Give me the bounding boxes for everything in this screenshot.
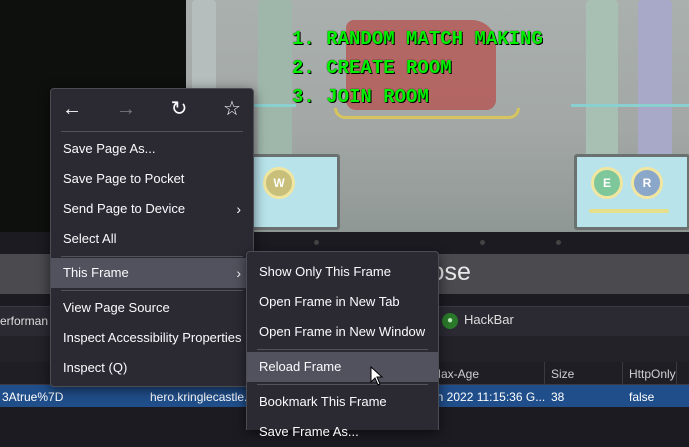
pillar <box>258 0 292 160</box>
carousel-dot <box>556 240 561 245</box>
menu-separator <box>61 131 243 132</box>
game-menu-option-random[interactable]: 1. RANDOM MATCH MAKING <box>292 28 543 50</box>
cookie-httponly-cell: false <box>629 390 655 404</box>
column-divider[interactable] <box>622 362 623 384</box>
menu-item-inspect[interactable]: Inspect (Q) <box>51 353 253 383</box>
menu-item-select-all[interactable]: Select All <box>51 224 253 254</box>
pillar <box>638 0 672 160</box>
menu-separator <box>257 349 428 350</box>
chevron-right-icon: › <box>236 201 241 217</box>
game-menu-option-join[interactable]: 3. JOIN ROOM <box>292 86 429 108</box>
reload-icon[interactable]: ↻ <box>164 95 194 123</box>
menu-item-send-to-device-label: Send Page to Device <box>63 201 186 216</box>
mouse-pointer-icon <box>370 366 384 386</box>
menu-item-send-to-device[interactable]: Send Page to Device › <box>51 194 253 224</box>
rail-right <box>571 104 689 107</box>
context-menu-navbar: ← → ↻ ☆ <box>51 89 253 129</box>
menu-separator <box>61 256 243 257</box>
menu-item-view-source[interactable]: View Page Source <box>51 293 253 323</box>
menu-item-this-frame[interactable]: This Frame › <box>51 258 253 288</box>
menu-item-save-frame-as[interactable]: Save Frame As... <box>247 417 438 447</box>
console-button-w[interactable]: W <box>263 167 295 199</box>
tab-hackbar[interactable]: ● HackBar <box>442 312 514 329</box>
carousel-dot <box>314 240 319 245</box>
forward-icon[interactable]: → <box>111 95 141 123</box>
carousel-dot <box>480 240 485 245</box>
left-console: W <box>242 154 340 230</box>
console-button-r[interactable]: R <box>631 167 663 199</box>
bookmark-star-icon[interactable]: ☆ <box>217 95 247 123</box>
console-stripe <box>589 209 669 213</box>
cookie-size-cell: 38 <box>551 390 565 404</box>
pillar <box>586 0 618 160</box>
menu-item-inspect-accessibility[interactable]: Inspect Accessibility Properties <box>51 323 253 353</box>
menu-separator <box>61 290 243 291</box>
game-menu-option-create[interactable]: 2. CREATE ROOM <box>292 57 452 79</box>
menu-item-open-frame-new-window[interactable]: Open Frame in New Window <box>247 317 438 347</box>
menu-item-bookmark-frame[interactable]: Bookmark This Frame <box>247 387 438 417</box>
column-divider[interactable] <box>676 362 677 384</box>
right-console: E R <box>574 154 689 230</box>
tab-performance[interactable]: erforman <box>0 314 48 328</box>
menu-item-save-page-as[interactable]: Save Page As... <box>51 134 253 164</box>
console-button-e[interactable]: E <box>591 167 623 199</box>
hackbar-icon: ● <box>442 312 458 329</box>
chevron-right-icon: › <box>236 265 241 281</box>
tab-hackbar-label: HackBar <box>464 312 514 327</box>
menu-item-show-only-this-frame[interactable]: Show Only This Frame <box>247 257 438 287</box>
menu-separator <box>257 384 428 385</box>
column-header-size[interactable]: Size <box>551 367 574 381</box>
cookie-value-cell: 3Atrue%7D <box>2 390 64 404</box>
menu-item-this-frame-label: This Frame <box>63 265 129 280</box>
back-icon[interactable]: ← <box>57 95 87 123</box>
cookie-expires-cell: on 2022 11:15:36 G... <box>430 390 546 404</box>
column-header-httponly[interactable]: HttpOnly <box>629 367 676 381</box>
frame-submenu: Show Only This Frame Open Frame in New T… <box>246 251 439 439</box>
menu-item-reload-frame[interactable]: Reload Frame <box>247 352 438 382</box>
sleigh-runner <box>334 108 520 119</box>
menu-item-open-frame-new-tab[interactable]: Open Frame in New Tab <box>247 287 438 317</box>
column-divider[interactable] <box>544 362 545 384</box>
context-menu: ← → ↻ ☆ Save Page As... Save Page to Poc… <box>50 88 254 387</box>
menu-item-save-to-pocket[interactable]: Save Page to Pocket <box>51 164 253 194</box>
cookie-domain-cell: hero.kringlecastle. <box>150 390 248 404</box>
game-frame[interactable]: 1. RANDOM MATCH MAKING 2. CREATE ROOM 3.… <box>186 0 689 232</box>
